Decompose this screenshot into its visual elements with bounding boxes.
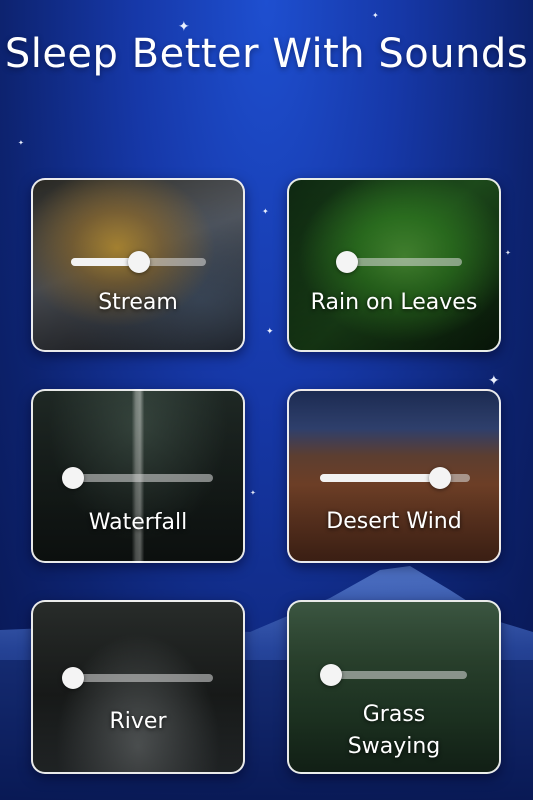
card-image-river: [33, 602, 243, 772]
sound-card-grass-swaying[interactable]: Grass Swaying: [287, 600, 501, 774]
volume-slider-grass-swaying[interactable]: [320, 664, 467, 686]
sound-label-river: River: [109, 709, 167, 734]
sound-label-desert-wind: Desert Wind: [326, 509, 462, 534]
slider-knob[interactable]: [336, 251, 358, 273]
slider-knob[interactable]: [62, 467, 84, 489]
volume-slider-rain-on-leaves[interactable]: [336, 251, 462, 273]
sound-label-waterfall: Waterfall: [88, 510, 188, 535]
slider-knob[interactable]: [127, 251, 150, 273]
slider-knob[interactable]: [62, 667, 84, 689]
sound-card-river[interactable]: River: [31, 600, 245, 774]
slider-knob[interactable]: [320, 664, 342, 686]
volume-slider-stream[interactable]: [71, 251, 206, 273]
sound-label-grass-swaying: Grass Swaying: [347, 702, 441, 759]
slider-fill: [320, 474, 440, 482]
page-title: Sleep Better With Sounds: [4, 31, 529, 77]
volume-slider-desert-wind[interactable]: [320, 467, 470, 489]
sound-card-waterfall[interactable]: Waterfall: [31, 389, 245, 563]
sound-card-desert-wind[interactable]: Desert Wind: [287, 389, 501, 563]
sound-card-stream[interactable]: Stream: [31, 178, 245, 352]
sound-label-stream: Stream: [98, 290, 178, 315]
volume-slider-river[interactable]: [62, 667, 213, 689]
volume-slider-waterfall[interactable]: [62, 467, 213, 489]
sound-label-rain-on-leaves: Rain on Leaves: [310, 290, 478, 315]
slider-knob[interactable]: [429, 467, 451, 489]
sound-card-rain-on-leaves[interactable]: Rain on Leaves: [287, 178, 501, 352]
